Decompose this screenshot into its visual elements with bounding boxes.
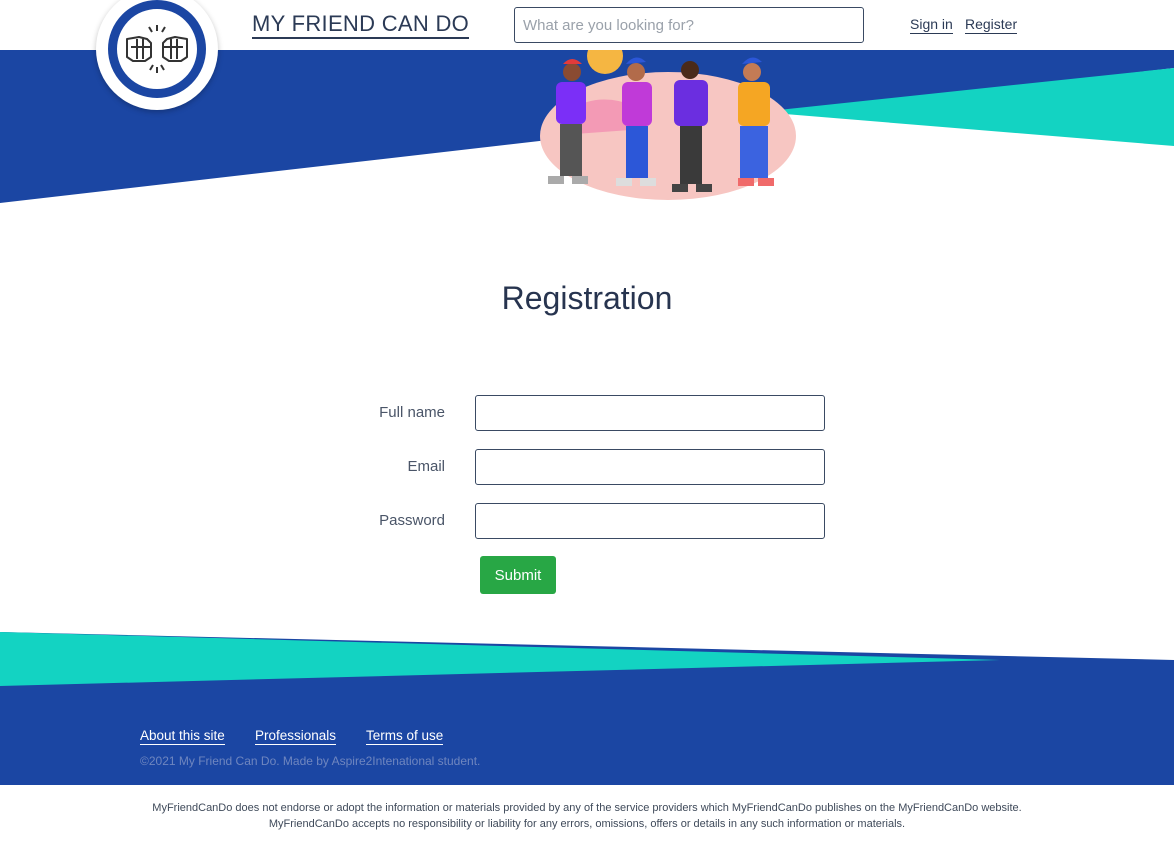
email-row: Email — [0, 449, 1174, 485]
terms-of-use-link[interactable]: Terms of use — [366, 728, 444, 745]
about-site-link[interactable]: About this site — [140, 728, 225, 745]
fist-bump-icon — [126, 25, 188, 73]
full-name-input[interactable] — [475, 395, 825, 431]
password-input[interactable] — [475, 503, 825, 539]
password-label: Password — [379, 512, 445, 529]
sign-in-link[interactable]: Sign in — [910, 16, 953, 34]
full-name-row: Full name — [0, 395, 1174, 431]
site-title-link[interactable]: MY FRIEND CAN DO — [252, 11, 470, 39]
logo-ring — [108, 0, 206, 98]
people-illustration — [540, 50, 796, 200]
page-title: Registration — [501, 280, 673, 316]
password-row: Password — [0, 503, 1174, 539]
email-input[interactable] — [475, 449, 825, 485]
submit-button[interactable]: Submit — [480, 556, 556, 594]
full-name-label: Full name — [379, 404, 445, 421]
professionals-link[interactable]: Professionals — [255, 728, 337, 745]
register-link[interactable]: Register — [965, 16, 1018, 34]
disclaimer-text: MyFriendCanDo does not endorse or adopt … — [152, 802, 1022, 830]
search-input[interactable] — [514, 7, 864, 43]
email-label: Email — [407, 458, 445, 475]
copyright-text: ©2021 My Friend Can Do. Made by Aspire2I… — [140, 754, 481, 768]
